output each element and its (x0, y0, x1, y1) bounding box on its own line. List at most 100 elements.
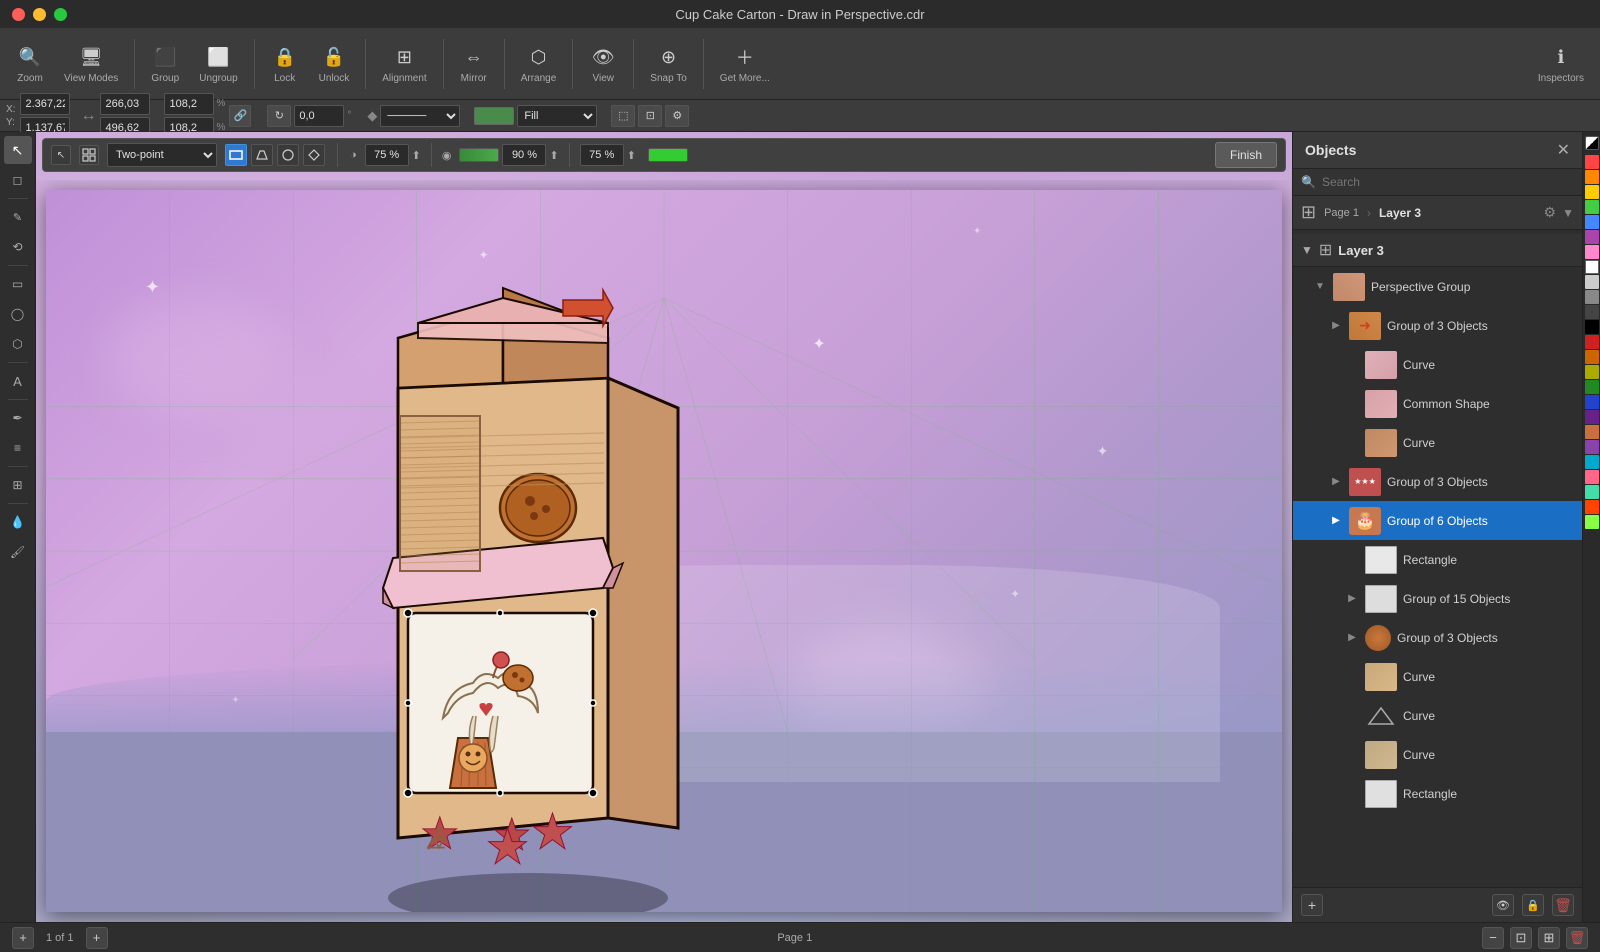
select-tool[interactable]: ↖ (4, 136, 32, 164)
view-modes-control[interactable]: 🖥 View Modes (56, 39, 126, 88)
snap-to-control[interactable]: ⊕ Snap To (642, 39, 695, 88)
transform-btn2[interactable]: ⊡ (638, 105, 662, 127)
eyedropper-tool[interactable]: 💧 (4, 508, 32, 536)
search-input[interactable] (1322, 175, 1574, 189)
palette-darkpurple[interactable] (1585, 410, 1599, 424)
add-page-btn[interactable]: + (12, 927, 34, 949)
opacity3-input[interactable] (580, 144, 624, 166)
rect1-item[interactable]: ▶ Rectangle (1293, 540, 1582, 579)
palette-violet[interactable] (1585, 440, 1599, 454)
maximize-button[interactable] (54, 8, 67, 21)
no-fill-color[interactable] (1585, 136, 1599, 150)
curve5-item[interactable]: ▶ Curve (1293, 735, 1582, 774)
line-style-select[interactable]: ───── (380, 105, 460, 127)
alignment-control[interactable]: ⊞ Alignment (374, 39, 434, 88)
options-btn[interactable]: ⚙ (665, 105, 689, 127)
scale-w-input[interactable] (164, 93, 214, 115)
palette-scarlet[interactable] (1585, 500, 1599, 514)
arrange-control[interactable]: ⬡ Arrange (513, 39, 565, 88)
persp-grid-btn[interactable] (79, 145, 99, 165)
curve2-item[interactable]: ▶ Curve (1293, 423, 1582, 462)
perspective-group-item[interactable]: ▼ Perspective Group (1293, 267, 1582, 306)
connector-tool[interactable]: ⊞ (4, 471, 32, 499)
group15-item[interactable]: ▶ Group of 15 Objects (1293, 579, 1582, 618)
text-tool[interactable]: A (4, 367, 32, 395)
angle-input[interactable] (294, 105, 344, 127)
palette-red[interactable] (1585, 155, 1599, 169)
lock-ratio-btn[interactable]: 🔗 (229, 105, 251, 127)
add-layer-btn[interactable]: + (1301, 894, 1323, 916)
zoom-out-btn[interactable]: − (1482, 927, 1504, 949)
get-more-control[interactable]: ＋ Get More... (712, 39, 778, 88)
objects-tree[interactable]: ▼ ⊞ Layer 3 ▼ Perspective Group ▶ ➜ Grou… (1293, 230, 1582, 887)
next-page-btn[interactable]: + (86, 927, 108, 949)
palette-pink[interactable] (1585, 245, 1599, 259)
view-toggle-btn[interactable]: ⊞ (1538, 927, 1560, 949)
finish-button[interactable]: Finish (1215, 142, 1277, 168)
layer3-expand-icon[interactable]: ▼ (1301, 243, 1313, 257)
persp-pointer-btn[interactable]: ↖ (51, 145, 71, 165)
group6-item[interactable]: ▶ 🎂 Group of 6 Objects (1293, 501, 1582, 540)
freehand-tool[interactable]: ✎ (4, 203, 32, 231)
persp-rect-btn[interactable] (225, 144, 247, 166)
panel-lock-btn[interactable]: 🔒 (1522, 894, 1544, 916)
group6-chevron[interactable]: ▶ (1329, 514, 1343, 528)
rect2-item[interactable]: ▶ Rectangle (1293, 774, 1582, 813)
group3-3-item[interactable]: ▶ Group of 3 Objects (1293, 618, 1582, 657)
layer-settings-icon[interactable]: ⚙ (1544, 204, 1557, 221)
persp-circle-btn[interactable] (277, 144, 299, 166)
delete-page-btn[interactable]: 🗑 (1566, 927, 1588, 949)
rectangle-tool[interactable]: ▭ (4, 270, 32, 298)
group3-2-item[interactable]: ▶ ★★★ Group of 3 Objects (1293, 462, 1582, 501)
pen-tool[interactable]: ✒ (4, 404, 32, 432)
curve4-item[interactable]: ▶ Curve (1293, 696, 1582, 735)
group-control[interactable]: ⬛ Group (143, 39, 187, 88)
layer3-header[interactable]: ▼ ⊞ Layer 3 (1293, 234, 1582, 267)
palette-darkyellow[interactable] (1585, 365, 1599, 379)
ungroup-control[interactable]: ⬜ Ungroup (191, 39, 245, 88)
paint-tool[interactable]: 🖌 (4, 538, 32, 566)
close-button[interactable] (12, 8, 25, 21)
palette-lightgray[interactable] (1585, 275, 1599, 289)
ellipse-tool[interactable]: ◯ (4, 300, 32, 328)
persp-group-chevron[interactable]: ▼ (1313, 280, 1327, 294)
canvas-area[interactable]: ↖ Two-point (36, 132, 1292, 922)
palette-gray[interactable] (1585, 290, 1599, 304)
lock-control[interactable]: 🔒 Lock (263, 39, 307, 88)
group3-1-item[interactable]: ▶ ➜ Group of 3 Objects (1293, 306, 1582, 345)
parallel-tool[interactable]: ≡ (4, 434, 32, 462)
group15-chevron[interactable]: ▶ (1345, 592, 1359, 606)
group3-2-chevron[interactable]: ▶ (1329, 475, 1343, 489)
panel-close-btn[interactable]: ✕ (1557, 140, 1570, 160)
palette-white[interactable] (1585, 260, 1599, 274)
smart-draw-tool[interactable]: ⟲ (4, 233, 32, 261)
opacity1-spinner[interactable]: ⬆ (412, 149, 421, 162)
view-control[interactable]: 👁 View (581, 39, 625, 88)
palette-yellow[interactable] (1585, 185, 1599, 199)
persp-persp-btn[interactable] (251, 144, 273, 166)
opacity2-spinner[interactable]: ⬆ (549, 149, 558, 162)
mirror-control[interactable]: ⇔ Mirror (452, 39, 496, 88)
opacity3-spinner[interactable]: ⬆ (627, 149, 636, 162)
x-input[interactable]: 2.367,22 (20, 93, 70, 115)
persp-diamond-btn[interactable] (303, 144, 325, 166)
palette-darkgreen[interactable] (1585, 380, 1599, 394)
palette-orange[interactable] (1585, 170, 1599, 184)
palette-lime[interactable] (1585, 515, 1599, 529)
panel-delete-btn[interactable]: 🗑 (1552, 894, 1574, 916)
palette-darkgray[interactable] (1585, 305, 1599, 319)
shape-tool[interactable]: ◻ (4, 166, 32, 194)
palette-cyan[interactable] (1585, 455, 1599, 469)
zoom-control[interactable]: 🔍 Zoom (8, 39, 52, 88)
inspectors-control[interactable]: ℹ Inspectors (1530, 39, 1592, 88)
palette-rose[interactable] (1585, 470, 1599, 484)
curve3-item[interactable]: ▶ Curve (1293, 657, 1582, 696)
palette-darkred[interactable] (1585, 335, 1599, 349)
group3-1-chevron[interactable]: ▶ (1329, 319, 1343, 333)
palette-green[interactable] (1585, 200, 1599, 214)
group3-3-chevron[interactable]: ▶ (1345, 631, 1359, 645)
palette-darkorange[interactable] (1585, 350, 1599, 364)
canvas-viewport[interactable]: ✦ ✦ ✦ ✦ ✦ ✦ ✦ (36, 180, 1292, 922)
layer-expand-icon[interactable]: ▼ (1562, 206, 1574, 220)
opacity1-input[interactable] (365, 144, 409, 166)
